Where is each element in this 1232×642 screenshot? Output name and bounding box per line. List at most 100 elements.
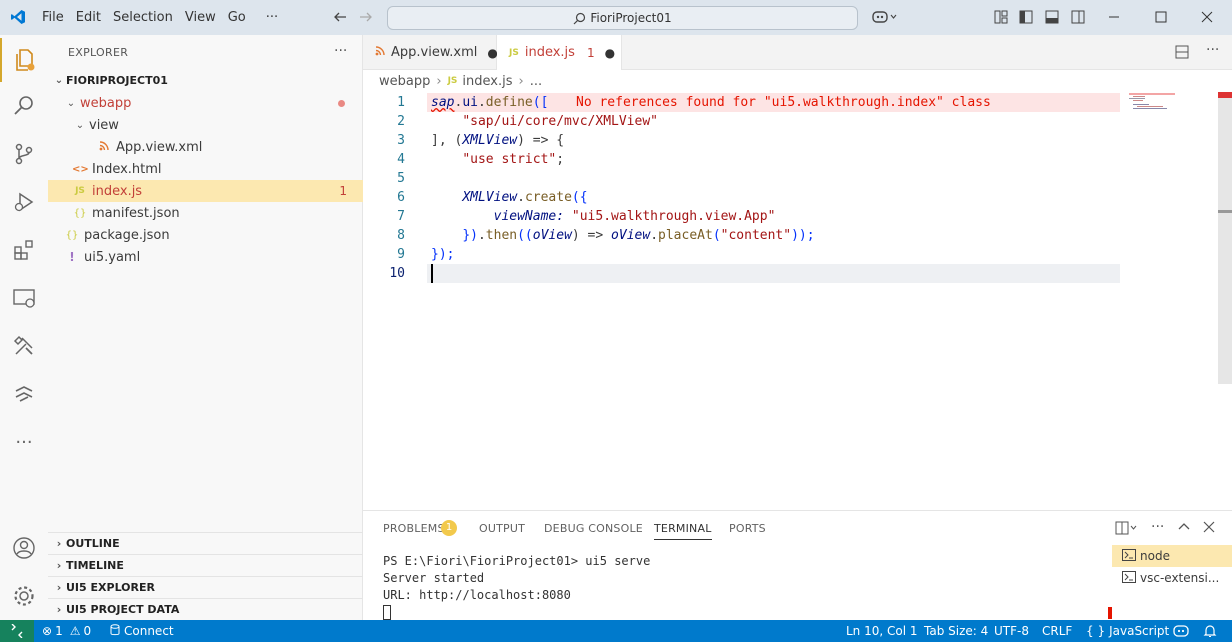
line-number: 1 — [397, 95, 405, 110]
toggle-secondary-sidebar-icon[interactable] — [1071, 9, 1085, 25]
ui5-explorer-section[interactable]: › UI5 EXPLORER — [48, 576, 363, 598]
breadcrumb-folder[interactable]: webapp — [379, 74, 430, 89]
split-terminal-icon[interactable] — [1115, 521, 1139, 539]
tab-debug-console[interactable]: DEBUG CONSOLE — [544, 522, 643, 535]
panel-more-icon[interactable]: ··· — [1151, 519, 1164, 535]
connect-status[interactable]: Connect — [110, 620, 174, 642]
minimize-icon[interactable] — [1108, 9, 1120, 25]
code-line-7: viewName: "ui5.walkthrough.view.App" — [493, 209, 776, 224]
run-debug-icon[interactable] — [0, 180, 48, 224]
terminal-line: URL: http://localhost:8080 — [383, 588, 571, 602]
extensions-icon[interactable] — [0, 228, 48, 272]
customize-layout-icon[interactable] — [994, 9, 1008, 25]
menu-view[interactable]: View — [179, 10, 222, 25]
source-control-icon[interactable] — [0, 132, 48, 176]
json-icon: {} — [65, 229, 79, 241]
toggle-sidebar-icon[interactable] — [1019, 9, 1033, 25]
menu-go[interactable]: Go — [222, 10, 252, 25]
code-line-8: }).then((oView) => oView.placeAt("conten… — [462, 228, 815, 243]
status-bar: ⊗ 1 ⚠ 0 Connect Ln 10, Col 1 Tab Size: 4… — [0, 620, 1232, 642]
maximize-icon[interactable] — [1155, 9, 1167, 25]
section-label: OUTLINE — [66, 537, 120, 550]
activity-bar: ··· — [0, 35, 48, 620]
terminal-item-vsc-extension[interactable]: vsc-extensi... — [1112, 567, 1232, 589]
tree-item-ui5-yaml[interactable]: ! ui5.yaml — [48, 246, 363, 268]
tools-icon[interactable] — [0, 324, 48, 368]
yaml-icon: ! — [69, 250, 75, 264]
code-editor[interactable]: 1 2 3 4 5 6 7 8 9 10 sap.ui.define([ No … — [363, 92, 1232, 510]
maximize-panel-icon[interactable] — [1177, 520, 1191, 538]
explorer-files-icon[interactable] — [0, 38, 48, 82]
tree-item-index-html[interactable]: <> Index.html — [48, 158, 363, 180]
project-root[interactable]: ⌄ FIORIPROJECT01 — [48, 69, 363, 91]
tree-item-package-json[interactable]: {} package.json — [48, 224, 363, 246]
unsaved-dot-icon[interactable]: ● — [605, 46, 615, 60]
menu-edit[interactable]: Edit — [70, 10, 107, 25]
breadcrumb-file[interactable]: index.js — [462, 74, 512, 89]
menu-more[interactable]: ··· — [260, 10, 284, 25]
database-icon — [110, 623, 120, 639]
terminal-line: Server started — [383, 571, 485, 585]
language-mode[interactable]: { } JavaScript — [1086, 620, 1169, 642]
line-number: 7 — [397, 209, 405, 224]
outline-section[interactable]: › OUTLINE — [48, 532, 363, 554]
remote-explorer-icon[interactable] — [0, 276, 48, 320]
tree-item-label: view — [89, 117, 119, 133]
tab-terminal[interactable]: TERMINAL — [654, 522, 712, 540]
js-icon: JS — [447, 76, 458, 86]
editor-scrollbar[interactable] — [1218, 92, 1232, 384]
tree-item-view[interactable]: ⌄ view — [48, 114, 363, 136]
rss-icon — [375, 45, 385, 60]
tab-ports[interactable]: PORTS — [729, 522, 766, 535]
sap-tools-icon[interactable] — [0, 372, 48, 416]
terminal-item-label: vsc-extensi... — [1140, 571, 1220, 585]
encoding[interactable]: UTF-8 — [994, 620, 1029, 642]
tab-index-js[interactable]: JS index.js 1 ● — [497, 35, 622, 70]
tab-label: App.view.xml — [391, 45, 478, 60]
vscode-logo-icon — [10, 9, 26, 25]
tab-problems[interactable]: PROBLEMS — [383, 522, 445, 535]
line-number: 5 — [397, 171, 405, 186]
back-arrow-icon[interactable] — [332, 9, 348, 25]
end-of-line[interactable]: CRLF — [1042, 620, 1072, 642]
editor-more-icon[interactable]: ··· — [1206, 42, 1219, 58]
tab-output[interactable]: OUTPUT — [479, 522, 525, 535]
toggle-panel-icon[interactable] — [1045, 9, 1059, 25]
terminal-icon — [1122, 570, 1136, 586]
remote-indicator-icon[interactable] — [0, 620, 34, 642]
more-views-icon[interactable]: ··· — [0, 420, 48, 464]
tab-app-view-xml[interactable]: App.view.xml ● — [363, 35, 498, 70]
minimap[interactable] — [1129, 92, 1219, 510]
line-number: 3 — [397, 133, 405, 148]
tree-item-app-view-xml[interactable]: App.view.xml — [48, 136, 363, 158]
tree-item-index-js[interactable]: JS index.js 1 — [48, 180, 363, 202]
terminal-item-node[interactable]: node — [1112, 545, 1232, 567]
breadcrumb-tail[interactable]: ... — [530, 74, 542, 89]
js-icon: JS — [509, 47, 519, 58]
accounts-icon[interactable] — [0, 526, 48, 570]
explorer-more-icon[interactable]: ··· — [334, 43, 347, 59]
forward-arrow-icon[interactable] — [358, 9, 374, 25]
split-editor-icon[interactable] — [1175, 45, 1189, 63]
terminal-line: PS E:\Fiori\FioriProject01> ui5 serve — [383, 554, 651, 568]
tab-size[interactable]: Tab Size: 4 — [924, 620, 988, 642]
close-icon[interactable] — [1201, 9, 1213, 25]
settings-gear-icon[interactable] — [0, 574, 48, 618]
menu-selection[interactable]: Selection — [107, 10, 179, 25]
search-icon[interactable] — [0, 84, 48, 128]
breadcrumb: webapp › JS index.js › ... — [379, 73, 543, 89]
copilot-status-icon[interactable] — [1173, 620, 1189, 642]
menu-file[interactable]: File — [36, 10, 70, 25]
code-line-6: XMLView.create({ — [462, 190, 588, 205]
close-panel-icon[interactable] — [1203, 521, 1215, 537]
command-center-search[interactable]: FioriProject01 — [387, 6, 858, 30]
copilot-icon[interactable] — [870, 9, 900, 25]
html-icon: <> — [72, 163, 89, 175]
tree-item-manifest-json[interactable]: {} manifest.json — [48, 202, 363, 224]
problems-status[interactable]: ⊗ 1 ⚠ 0 — [42, 620, 91, 642]
timeline-section[interactable]: › TIMELINE — [48, 554, 363, 576]
tree-item-webapp[interactable]: ⌄ webapp — [48, 92, 363, 114]
ui5-project-data-section[interactable]: › UI5 PROJECT DATA — [48, 598, 363, 620]
notifications-bell-icon[interactable] — [1203, 620, 1217, 642]
cursor-position[interactable]: Ln 10, Col 1 — [846, 620, 918, 642]
